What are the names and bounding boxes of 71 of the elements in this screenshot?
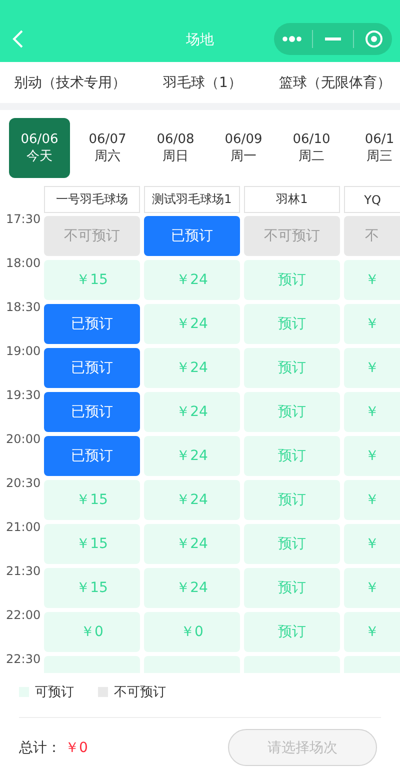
open-slot[interactable]: ￥ (344, 524, 400, 564)
time-label: 17:30 (6, 212, 41, 226)
open-slot[interactable]: ￥24 (144, 348, 240, 388)
court-header: 一号羽毛球场 (44, 186, 140, 213)
minimize-icon (324, 37, 341, 41)
category-tab[interactable]: 羽毛球（1） (163, 74, 242, 92)
open-slot[interactable]: ￥15 (44, 260, 140, 300)
time-label: 19:00 (6, 344, 41, 358)
open-slot[interactable]: ￥0 (44, 612, 140, 652)
open-slot[interactable]: ￥24 (144, 260, 240, 300)
open-slot[interactable]: ￥15 (44, 568, 140, 608)
open-slot[interactable]: ￥24 (144, 392, 240, 432)
open-slot[interactable]: 预订 (244, 348, 340, 388)
unavailable-slot[interactable]: 不可预订 (44, 216, 140, 256)
open-slot[interactable]: ￥ (344, 304, 400, 344)
time-label: 18:00 (6, 256, 41, 270)
date-tab[interactable]: 06/06 今天 (9, 118, 70, 178)
open-slot[interactable]: ￥ (344, 480, 400, 520)
open-slot[interactable]: 预订 (244, 524, 340, 564)
legend-label: 可预订 (35, 684, 74, 701)
open-slot[interactable]: ￥ (344, 348, 400, 388)
open-slot[interactable]: 预订 (244, 568, 340, 608)
legend-label: 不可预订 (114, 684, 166, 701)
date-tab[interactable]: 06/07 周六 (77, 118, 138, 178)
time-label: 22:00 (6, 608, 41, 622)
open-slot[interactable]: ￥15 (44, 480, 140, 520)
booked-slot[interactable]: 已预订 (44, 392, 140, 432)
unavailable-slot[interactable]: 不 (344, 216, 400, 256)
time-label: 18:30 (6, 300, 41, 314)
total-amount: ￥0 (65, 739, 88, 757)
open-slot[interactable]: ￥24 (144, 304, 240, 344)
open-slot[interactable]: ￥24 (144, 568, 240, 608)
date-tab[interactable]: 06/09 周一 (213, 118, 274, 178)
booked-slot[interactable]: 已预订 (44, 436, 140, 476)
open-slot[interactable]: ￥ (344, 436, 400, 476)
court-header: 测试羽毛球场1 (144, 186, 240, 213)
date-tab[interactable]: 06/08 周日 (145, 118, 206, 178)
booked-slot[interactable]: 已预订 (44, 348, 140, 388)
open-slot[interactable]: 预订 (244, 304, 340, 344)
unavailable-slot[interactable]: 不可预订 (244, 216, 340, 256)
category-tab[interactable]: 别动（技术专用） (14, 74, 126, 92)
open-slot[interactable]: ￥ (344, 612, 400, 652)
open-slot[interactable]: 预订 (244, 260, 340, 300)
open-slot[interactable]: ￥15 (44, 524, 140, 564)
booked-slot[interactable]: 已预订 (44, 304, 140, 344)
time-label: 20:30 (6, 476, 41, 490)
page-title: 场地 (186, 31, 214, 49)
booked-slot[interactable]: 已预订 (144, 216, 240, 256)
open-slot[interactable]: 预订 (244, 480, 340, 520)
total-label: 总计： (19, 739, 61, 757)
category-tab[interactable]: 篮球（无限体育） (278, 74, 391, 92)
open-slot[interactable]: 预订 (244, 612, 340, 652)
court-header: YQ (344, 186, 400, 213)
more-icon (282, 36, 302, 42)
time-label: 22:30 (6, 652, 41, 666)
open-slot[interactable]: ￥24 (144, 480, 240, 520)
time-label: 21:00 (6, 520, 41, 534)
time-label: 19:30 (6, 388, 41, 402)
open-slot[interactable]: ￥ (344, 568, 400, 608)
open-slot[interactable]: ￥ (344, 392, 400, 432)
open-slot[interactable]: ￥24 (144, 524, 240, 564)
open-slot[interactable]: 预订 (244, 392, 340, 432)
open-slot[interactable]: ￥0 (144, 612, 240, 652)
time-label: 20:00 (6, 432, 41, 446)
open-slot[interactable]: 预订 (244, 436, 340, 476)
open-slot[interactable]: ￥24 (144, 436, 240, 476)
court-header: 羽林1 (244, 186, 340, 213)
date-tab[interactable]: 06/10 周二 (281, 118, 342, 178)
time-label: 21:30 (6, 564, 41, 578)
date-tab[interactable]: 06/1 周三 (349, 118, 400, 178)
open-slot[interactable]: ￥ (344, 260, 400, 300)
